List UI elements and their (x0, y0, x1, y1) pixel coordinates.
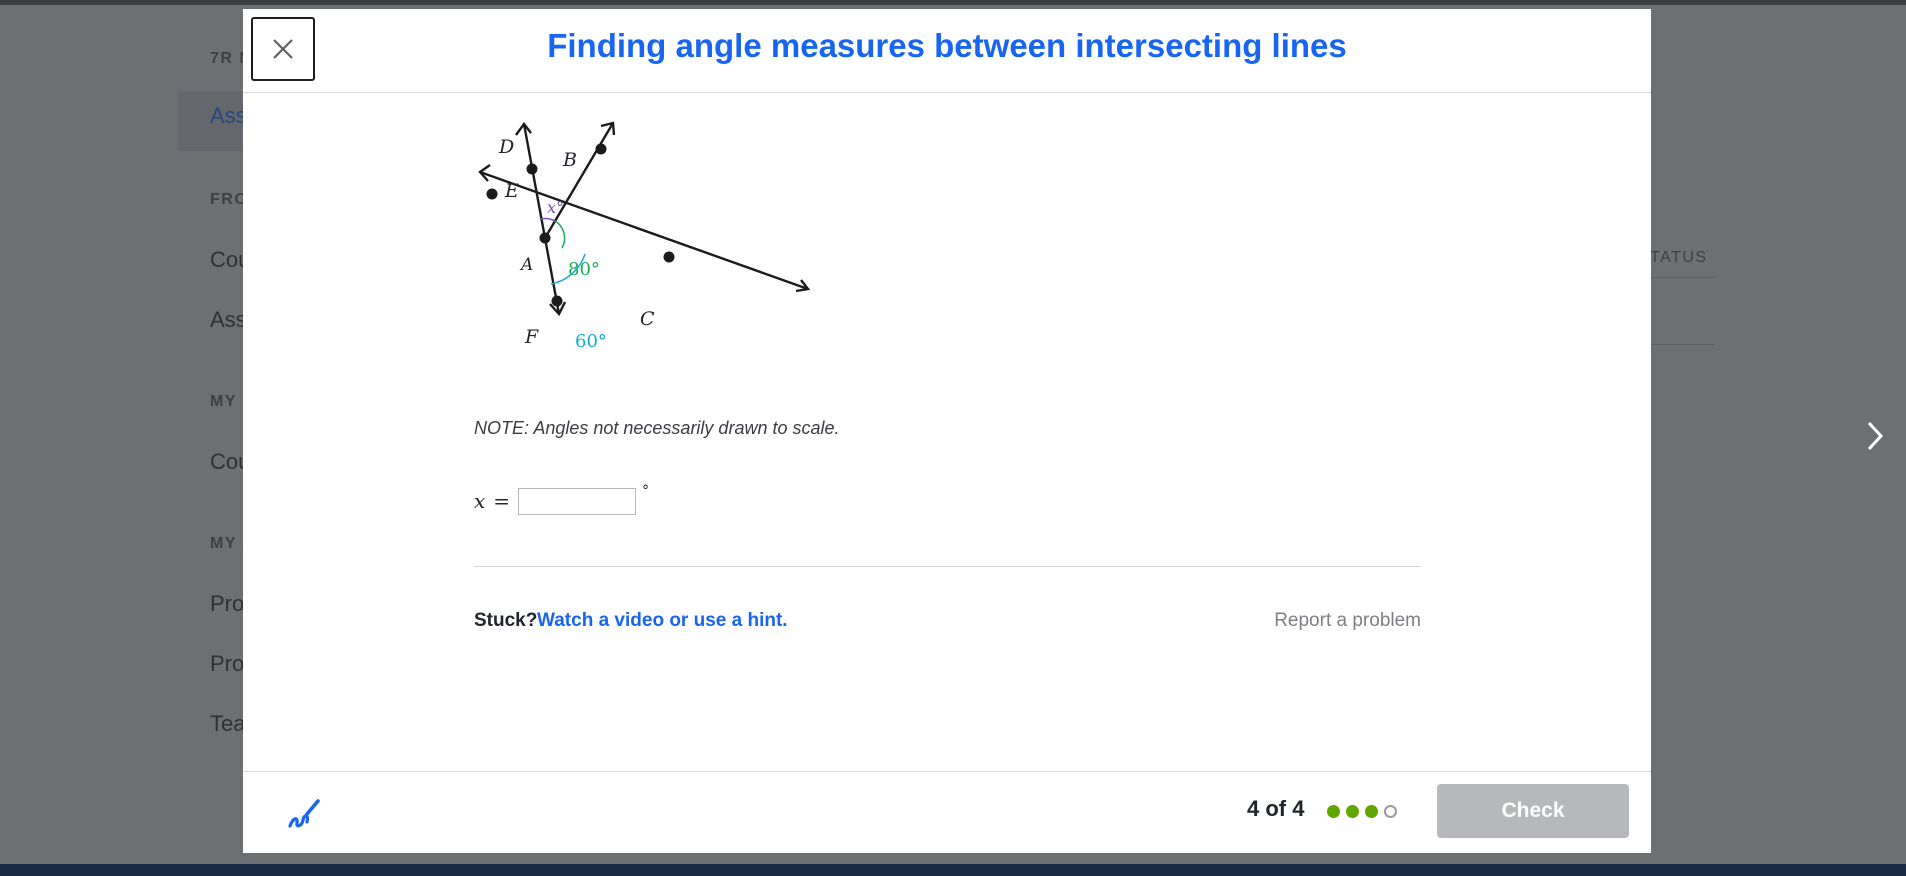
label-c: C (640, 308, 655, 330)
progress-dot-complete (1346, 805, 1359, 818)
point-a (539, 232, 551, 244)
modal-footer: 4 of 4 Check (243, 771, 1651, 854)
point-d (526, 163, 538, 175)
bottom-bar (0, 864, 1906, 876)
answer-equation: x = ° (474, 483, 649, 519)
report-problem-link[interactable]: Report a problem (1274, 610, 1421, 632)
progress-dot-complete (1365, 805, 1378, 818)
exercise-modal: Finding angle measures between intersect… (243, 9, 1651, 853)
check-button[interactable]: Check (1437, 784, 1629, 838)
point-f (551, 295, 563, 307)
equation-equals: = (493, 489, 511, 513)
progress-dot-current (1384, 805, 1397, 818)
background-nav-item: Pro (210, 651, 245, 676)
figure-lines (478, 121, 811, 317)
label-f: F (524, 326, 539, 348)
angle-60-label: 60° (575, 331, 607, 352)
label-e: E (504, 180, 519, 202)
content-divider (474, 566, 1421, 567)
background-nav-item: Tea (210, 711, 246, 736)
scratchpad-pen-icon[interactable] (285, 796, 321, 832)
hint-link[interactable]: Watch a video or use a hint. (537, 610, 788, 632)
background-nav-item: Pro (210, 591, 245, 616)
background-section-title: MY (210, 393, 237, 410)
answer-input[interactable] (518, 487, 637, 515)
point-b (595, 143, 607, 155)
point-c (663, 251, 675, 263)
angle-x-label: x° (547, 198, 564, 217)
chevron-right-icon[interactable] (1864, 419, 1888, 453)
stuck-label: Stuck? (474, 610, 538, 631)
progress-dots (1327, 805, 1397, 818)
angle-x-arc (540, 217, 556, 222)
point-e (486, 188, 498, 200)
background-divider (1651, 344, 1715, 345)
figure-points (486, 143, 675, 307)
label-b: B (562, 149, 577, 171)
modal-header: Finding angle measures between intersect… (243, 9, 1651, 93)
progress-dot-complete (1327, 805, 1340, 818)
background-active-label: Ass (210, 103, 247, 128)
progress-count: 4 of 4 (1247, 796, 1305, 821)
label-d: D (498, 136, 514, 158)
angle-80-label: 80° (568, 259, 600, 280)
angle-figure: D B E A C F x° 80° 60° (478, 121, 811, 352)
background-table-header: TATUS (1650, 249, 1708, 266)
scale-note: NOTE: Angles not necessarily drawn to sc… (474, 418, 840, 438)
degree-unit: ° (642, 483, 650, 499)
page-title: Finding angle measures between intersect… (547, 27, 1347, 64)
background-nav-item: Ass (210, 307, 247, 332)
background-divider (1651, 277, 1715, 278)
label-a: A (519, 255, 533, 275)
angle-80-arc (554, 220, 566, 249)
equation-variable: x (474, 489, 486, 513)
